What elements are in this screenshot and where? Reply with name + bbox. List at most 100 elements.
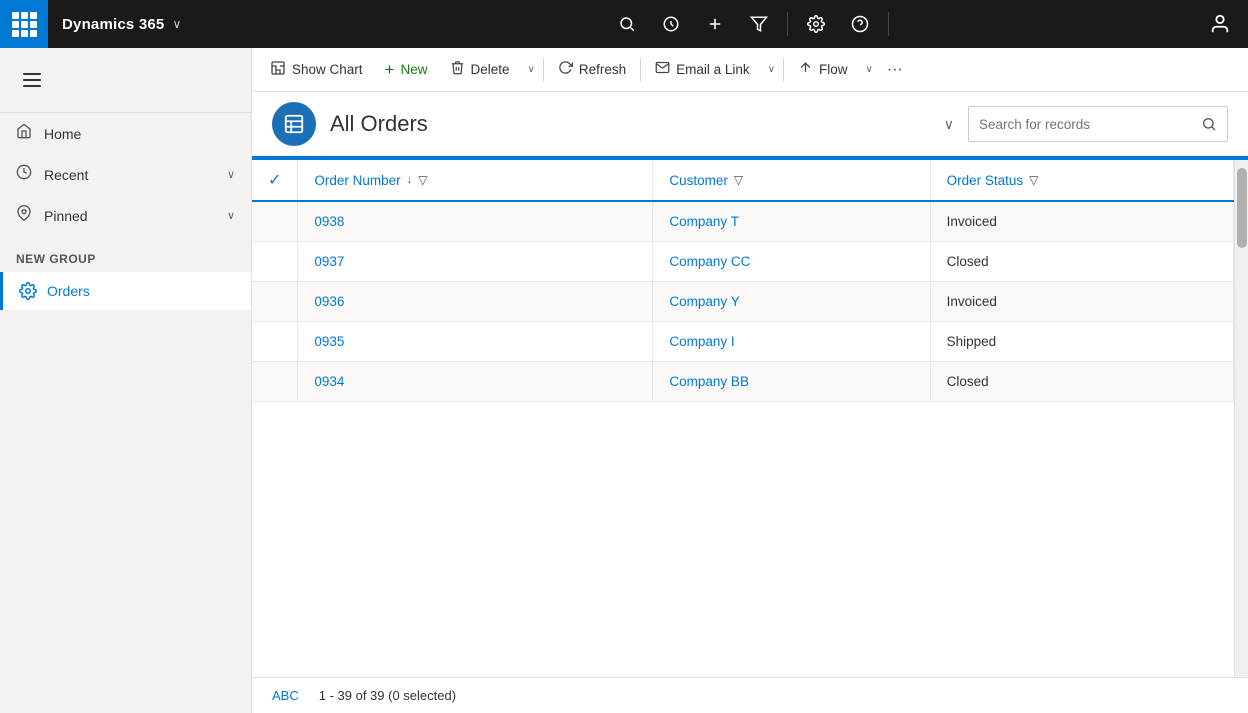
order-number-link[interactable]: 0937 xyxy=(314,254,344,269)
order-status-value: Closed xyxy=(947,374,989,389)
sort-icon[interactable]: ↓ xyxy=(407,174,413,186)
delete-button[interactable]: Delete xyxy=(440,52,520,88)
table-row[interactable]: 0938 Company T Invoiced xyxy=(252,201,1234,242)
recent-label: Recent xyxy=(44,167,215,183)
table-row[interactable]: 0935 Company I Shipped xyxy=(252,322,1234,362)
more-commands-button[interactable]: ··· xyxy=(879,52,911,88)
dropdown-delete-button[interactable]: ∨ xyxy=(522,52,539,88)
nav-divider-2 xyxy=(888,12,889,36)
vertical-scrollbar[interactable] xyxy=(1234,160,1248,677)
table-wrapper: ✓ Order Number ↓ ▽ xyxy=(252,160,1248,677)
customer-label: Customer xyxy=(669,173,728,188)
orders-table: ✓ Order Number ↓ ▽ xyxy=(252,160,1234,402)
flow-dropdown-button[interactable]: ∨ xyxy=(860,52,877,88)
order-number-link[interactable]: 0934 xyxy=(314,374,344,389)
search-input[interactable] xyxy=(969,117,1191,132)
row-select-cell[interactable] xyxy=(252,201,298,242)
pinned-chevron-icon: ∨ xyxy=(227,209,235,222)
command-bar: Show Chart + New Delete ∨ Refresh xyxy=(252,48,1248,92)
sidebar-item-recent[interactable]: Recent ∨ xyxy=(0,154,251,195)
row-select-cell[interactable] xyxy=(252,282,298,322)
table-row[interactable]: 0936 Company Y Invoiced xyxy=(252,282,1234,322)
order-status-cell: Closed xyxy=(930,362,1233,402)
sidebar-item-home[interactable]: Home xyxy=(0,113,251,154)
table-scroll-area[interactable]: ✓ Order Number ↓ ▽ xyxy=(252,160,1234,677)
refresh-button[interactable]: Refresh xyxy=(548,52,636,88)
scrollbar-thumb[interactable] xyxy=(1237,168,1247,248)
select-all-column[interactable]: ✓ xyxy=(252,160,298,201)
order-status-value: Shipped xyxy=(947,334,997,349)
refresh-icon xyxy=(558,60,573,79)
row-select-cell[interactable] xyxy=(252,322,298,362)
order-number-cell[interactable]: 0935 xyxy=(298,322,653,362)
cmd-divider-2 xyxy=(640,58,641,82)
table-row[interactable]: 0934 Company BB Closed xyxy=(252,362,1234,402)
page-title-area: All Orders ∨ xyxy=(330,111,954,137)
waffle-button[interactable] xyxy=(0,0,48,48)
dasboard-button[interactable] xyxy=(651,4,691,44)
sidebar-group-label: New Group xyxy=(0,236,251,272)
table-row[interactable]: 0937 Company CC Closed xyxy=(252,242,1234,282)
email-link-button[interactable]: Email a Link xyxy=(645,52,760,88)
home-icon xyxy=(16,123,32,144)
order-number-cell[interactable]: 0936 xyxy=(298,282,653,322)
abc-filter[interactable]: ABC xyxy=(272,688,299,703)
customer-link[interactable]: Company CC xyxy=(669,254,750,269)
customer-cell: Company CC xyxy=(653,242,930,282)
order-status-value: Invoiced xyxy=(947,294,997,309)
recent-chevron-icon: ∨ xyxy=(227,168,235,181)
order-status-cell: Invoiced xyxy=(930,282,1233,322)
delete-dropdown-icon: ∨ xyxy=(528,64,535,75)
sidebar-item-orders[interactable]: Orders xyxy=(0,272,251,310)
customer-link[interactable]: Company Y xyxy=(669,294,739,309)
waffle-icon xyxy=(12,12,37,37)
record-count: 1 - 39 of 39 (0 selected) xyxy=(319,688,456,703)
global-search-button[interactable] xyxy=(607,4,647,44)
customer-cell: Company T xyxy=(653,201,930,242)
order-status-column[interactable]: Order Status ▽ xyxy=(930,160,1233,201)
filter-icon[interactable]: ▽ xyxy=(418,173,427,187)
help-button[interactable] xyxy=(840,4,880,44)
add-button[interactable] xyxy=(695,4,735,44)
customer-link[interactable]: Company BB xyxy=(669,374,749,389)
flow-button[interactable]: Flow xyxy=(788,52,858,88)
show-chart-button[interactable]: Show Chart xyxy=(260,52,373,88)
page-title-chevron-icon[interactable]: ∨ xyxy=(944,116,954,133)
customer-cell: Company I xyxy=(653,322,930,362)
customer-link[interactable]: Company T xyxy=(669,214,739,229)
orders-label: Orders xyxy=(47,283,90,299)
email-dropdown-button[interactable]: ∨ xyxy=(762,52,779,88)
row-select-cell[interactable] xyxy=(252,242,298,282)
order-number-column[interactable]: Order Number ↓ ▽ xyxy=(298,160,653,201)
user-avatar-button[interactable] xyxy=(1200,4,1240,44)
search-button[interactable] xyxy=(1191,106,1227,142)
table-footer: ABC 1 - 39 of 39 (0 selected) xyxy=(252,677,1248,713)
settings-button[interactable] xyxy=(796,4,836,44)
app-name-chevron-icon[interactable]: ∨ xyxy=(172,17,181,31)
sidebar-top xyxy=(0,48,251,113)
order-number-link[interactable]: 0938 xyxy=(314,214,344,229)
customer-cell: Company BB xyxy=(653,362,930,402)
row-select-cell[interactable] xyxy=(252,362,298,402)
page-title: All Orders xyxy=(330,111,928,137)
advanced-find-button[interactable] xyxy=(739,4,779,44)
hamburger-button[interactable] xyxy=(8,60,56,100)
top-nav-actions xyxy=(300,4,1200,44)
customer-link[interactable]: Company I xyxy=(669,334,734,349)
customer-filter-icon[interactable]: ▽ xyxy=(734,173,743,187)
delete-label: Delete xyxy=(471,62,510,77)
order-number-cell[interactable]: 0937 xyxy=(298,242,653,282)
new-button[interactable]: + New xyxy=(375,52,438,88)
order-number-cell[interactable]: 0934 xyxy=(298,362,653,402)
order-number-link[interactable]: 0935 xyxy=(314,334,344,349)
app-name: Dynamics 365 xyxy=(48,16,164,33)
order-status-cell: Closed xyxy=(930,242,1233,282)
sidebar-item-pinned[interactable]: Pinned ∨ xyxy=(0,195,251,236)
order-number-link[interactable]: 0936 xyxy=(314,294,344,309)
home-label: Home xyxy=(44,126,235,142)
email-dropdown-icon: ∨ xyxy=(768,64,775,75)
order-number-cell[interactable]: 0938 xyxy=(298,201,653,242)
customer-column[interactable]: Customer ▽ xyxy=(653,160,930,201)
delete-icon xyxy=(450,60,465,79)
order-status-filter-icon[interactable]: ▽ xyxy=(1029,173,1038,187)
